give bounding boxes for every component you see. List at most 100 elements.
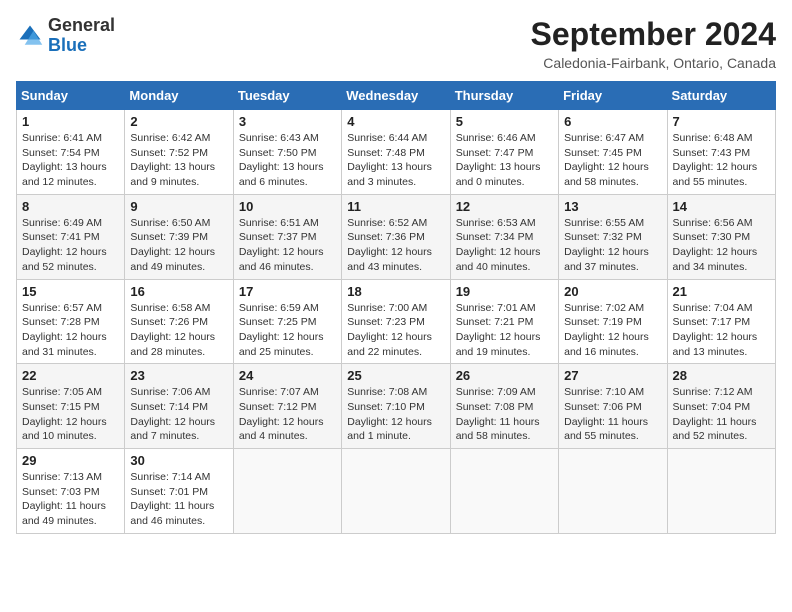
day-info: Sunrise: 7:09 AMSunset: 7:08 PMDaylight:… — [456, 385, 553, 444]
day-number: 29 — [22, 453, 119, 468]
calendar-table: SundayMondayTuesdayWednesdayThursdayFrid… — [16, 81, 776, 534]
day-info: Sunrise: 6:51 AMSunset: 7:37 PMDaylight:… — [239, 216, 336, 275]
day-info: Sunrise: 6:53 AMSunset: 7:34 PMDaylight:… — [456, 216, 553, 275]
title-area: September 2024 Caledonia-Fairbank, Ontar… — [531, 16, 776, 71]
day-number: 9 — [130, 199, 227, 214]
calendar-week-row: 1Sunrise: 6:41 AMSunset: 7:54 PMDaylight… — [17, 110, 776, 195]
weekday-header-tuesday: Tuesday — [233, 82, 341, 110]
calendar-cell: 19 Sunrise: 7:01 AMSunset: 7:21 PMDayligh… — [450, 279, 558, 364]
day-number: 12 — [456, 199, 553, 214]
day-info: Sunrise: 6:58 AMSunset: 7:26 PMDaylight:… — [130, 301, 227, 360]
day-info: Sunrise: 7:06 AMSunset: 7:14 PMDaylight:… — [130, 385, 227, 444]
calendar-cell: 5Sunrise: 6:46 AMSunset: 7:47 PMDaylight… — [450, 110, 558, 195]
day-info: Sunrise: 6:59 AMSunset: 7:25 PMDaylight:… — [239, 301, 336, 360]
weekday-header-thursday: Thursday — [450, 82, 558, 110]
day-info: Sunrise: 7:13 AMSunset: 7:03 PMDaylight:… — [22, 470, 119, 529]
day-number: 13 — [564, 199, 661, 214]
calendar-cell: 9 Sunrise: 6:50 AMSunset: 7:39 PMDaylight… — [125, 194, 233, 279]
day-info: Sunrise: 6:50 AMSunset: 7:39 PMDaylight:… — [130, 216, 227, 275]
day-number: 26 — [456, 368, 553, 383]
day-info: Sunrise: 6:57 AMSunset: 7:28 PMDaylight:… — [22, 301, 119, 360]
day-number: 10 — [239, 199, 336, 214]
day-info: Sunrise: 6:42 AMSunset: 7:52 PMDaylight:… — [130, 131, 227, 190]
day-info: Sunrise: 7:12 AMSunset: 7:04 PMDaylight:… — [673, 385, 770, 444]
day-number: 18 — [347, 284, 444, 299]
calendar-cell: 8 Sunrise: 6:49 AMSunset: 7:41 PMDaylight… — [17, 194, 125, 279]
calendar-cell: 1Sunrise: 6:41 AMSunset: 7:54 PMDaylight… — [17, 110, 125, 195]
day-info: Sunrise: 7:10 AMSunset: 7:06 PMDaylight:… — [564, 385, 661, 444]
calendar-subtitle: Caledonia-Fairbank, Ontario, Canada — [531, 55, 776, 71]
calendar-cell: 25Sunrise: 7:08 AMSunset: 7:10 PMDayligh… — [342, 364, 450, 449]
calendar-week-row: 29 Sunrise: 7:13 AMSunset: 7:03 PMDayligh… — [17, 449, 776, 534]
calendar-cell: 15 Sunrise: 6:57 AMSunset: 7:28 PMDayligh… — [17, 279, 125, 364]
weekday-header-saturday: Saturday — [667, 82, 775, 110]
day-number: 24 — [239, 368, 336, 383]
calendar-title: September 2024 — [531, 16, 776, 53]
calendar-cell: 18 Sunrise: 7:00 AMSunset: 7:23 PMDayligh… — [342, 279, 450, 364]
day-number: 11 — [347, 199, 444, 214]
calendar-cell: 17 Sunrise: 6:59 AMSunset: 7:25 PMDayligh… — [233, 279, 341, 364]
day-number: 8 — [22, 199, 119, 214]
day-number: 23 — [130, 368, 227, 383]
weekday-header-row: SundayMondayTuesdayWednesdayThursdayFrid… — [17, 82, 776, 110]
weekday-header-monday: Monday — [125, 82, 233, 110]
calendar-cell: 7Sunrise: 6:48 AMSunset: 7:43 PMDaylight… — [667, 110, 775, 195]
calendar-cell: 27 Sunrise: 7:10 AMSunset: 7:06 PMDayligh… — [559, 364, 667, 449]
day-info: Sunrise: 6:49 AMSunset: 7:41 PMDaylight:… — [22, 216, 119, 275]
logo-general: General — [48, 15, 115, 35]
calendar-cell: 29 Sunrise: 7:13 AMSunset: 7:03 PMDayligh… — [17, 449, 125, 534]
day-info: Sunrise: 6:47 AMSunset: 7:45 PMDaylight:… — [564, 131, 661, 190]
day-number: 30 — [130, 453, 227, 468]
calendar-cell: 28Sunrise: 7:12 AMSunset: 7:04 PMDayligh… — [667, 364, 775, 449]
day-number: 6 — [564, 114, 661, 129]
calendar-cell: 14Sunrise: 6:56 AMSunset: 7:30 PMDayligh… — [667, 194, 775, 279]
day-number: 27 — [564, 368, 661, 383]
calendar-cell — [559, 449, 667, 534]
day-number: 25 — [347, 368, 444, 383]
logo: General Blue — [16, 16, 115, 56]
calendar-cell: 13Sunrise: 6:55 AMSunset: 7:32 PMDayligh… — [559, 194, 667, 279]
calendar-cell: 26 Sunrise: 7:09 AMSunset: 7:08 PMDayligh… — [450, 364, 558, 449]
calendar-cell: 6 Sunrise: 6:47 AMSunset: 7:45 PMDaylight… — [559, 110, 667, 195]
day-number: 17 — [239, 284, 336, 299]
day-number: 19 — [456, 284, 553, 299]
calendar-cell — [342, 449, 450, 534]
page-header: General Blue September 2024 Caledonia-Fa… — [16, 16, 776, 71]
day-number: 4 — [347, 114, 444, 129]
day-info: Sunrise: 6:52 AMSunset: 7:36 PMDaylight:… — [347, 216, 444, 275]
calendar-cell: 10 Sunrise: 6:51 AMSunset: 7:37 PMDayligh… — [233, 194, 341, 279]
calendar-cell: 23 Sunrise: 7:06 AMSunset: 7:14 PMDayligh… — [125, 364, 233, 449]
day-info: Sunrise: 6:46 AMSunset: 7:47 PMDaylight:… — [456, 131, 553, 190]
logo-blue: Blue — [48, 35, 87, 55]
calendar-cell: 20 Sunrise: 7:02 AMSunset: 7:19 PMDayligh… — [559, 279, 667, 364]
day-number: 21 — [673, 284, 770, 299]
calendar-cell: 12 Sunrise: 6:53 AMSunset: 7:34 PMDayligh… — [450, 194, 558, 279]
day-number: 1 — [22, 114, 119, 129]
day-number: 14 — [673, 199, 770, 214]
calendar-cell: 11 Sunrise: 6:52 AMSunset: 7:36 PMDayligh… — [342, 194, 450, 279]
calendar-cell — [233, 449, 341, 534]
calendar-week-row: 15 Sunrise: 6:57 AMSunset: 7:28 PMDayligh… — [17, 279, 776, 364]
calendar-cell: 3 Sunrise: 6:43 AMSunset: 7:50 PMDaylight… — [233, 110, 341, 195]
calendar-cell: 16Sunrise: 6:58 AMSunset: 7:26 PMDayligh… — [125, 279, 233, 364]
logo-inner: General Blue — [16, 16, 115, 56]
day-info: Sunrise: 6:43 AMSunset: 7:50 PMDaylight:… — [239, 131, 336, 190]
day-info: Sunrise: 7:02 AMSunset: 7:19 PMDaylight:… — [564, 301, 661, 360]
calendar-cell: 24 Sunrise: 7:07 AMSunset: 7:12 PMDayligh… — [233, 364, 341, 449]
calendar-week-row: 22 Sunrise: 7:05 AMSunset: 7:15 PMDayligh… — [17, 364, 776, 449]
day-info: Sunrise: 7:07 AMSunset: 7:12 PMDaylight:… — [239, 385, 336, 444]
day-number: 15 — [22, 284, 119, 299]
calendar-cell — [450, 449, 558, 534]
day-info: Sunrise: 6:44 AMSunset: 7:48 PMDaylight:… — [347, 131, 444, 190]
logo-text: General Blue — [48, 16, 115, 56]
day-info: Sunrise: 7:05 AMSunset: 7:15 PMDaylight:… — [22, 385, 119, 444]
calendar-cell: 21 Sunrise: 7:04 AMSunset: 7:17 PMDayligh… — [667, 279, 775, 364]
calendar-cell: 2 Sunrise: 6:42 AMSunset: 7:52 PMDaylight… — [125, 110, 233, 195]
day-number: 22 — [22, 368, 119, 383]
day-number: 2 — [130, 114, 227, 129]
day-info: Sunrise: 7:01 AMSunset: 7:21 PMDaylight:… — [456, 301, 553, 360]
day-number: 20 — [564, 284, 661, 299]
day-info: Sunrise: 7:04 AMSunset: 7:17 PMDaylight:… — [673, 301, 770, 360]
day-info: Sunrise: 7:00 AMSunset: 7:23 PMDaylight:… — [347, 301, 444, 360]
day-number: 3 — [239, 114, 336, 129]
